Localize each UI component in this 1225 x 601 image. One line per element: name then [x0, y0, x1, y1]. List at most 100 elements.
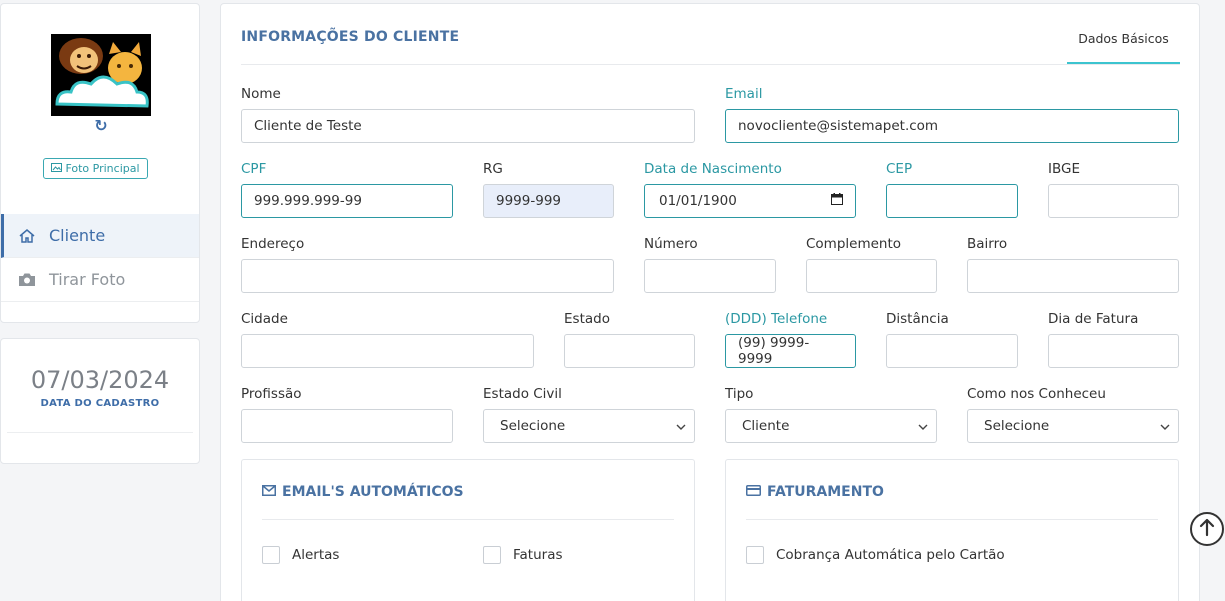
client-nav: Cliente Tirar Foto — [1, 214, 199, 302]
como-conheceu-select[interactable]: Selecione — [967, 409, 1179, 443]
nav-label-tirar-foto: Tirar Foto — [49, 270, 126, 289]
nav-item-tirar-foto[interactable]: Tirar Foto — [1, 258, 199, 302]
client-avatar[interactable] — [51, 34, 151, 116]
automatic-emails-title: EMAIL'S AUTOMÁTICOS — [262, 484, 464, 500]
profissao-label: Profissão — [241, 386, 302, 402]
divider — [262, 519, 674, 520]
alertas-label: Alertas — [292, 547, 340, 563]
cpf-label: CPF — [241, 161, 267, 177]
estado-civil-label: Estado Civil — [483, 386, 562, 402]
tab-dados-basicos[interactable]: Dados Básicos — [1067, 29, 1180, 65]
distancia-label: Distância — [886, 311, 949, 327]
estado-input[interactable] — [564, 334, 695, 368]
como-conheceu-value: Selecione — [984, 418, 1050, 434]
nascimento-label: Data de Nascimento — [644, 161, 782, 177]
nav-label-cliente: Cliente — [49, 226, 106, 245]
endereco-input[interactable] — [241, 259, 614, 293]
divider — [7, 432, 193, 433]
profile-card: ↻ Foto Principal Cliente Tirar Foto — [0, 3, 200, 323]
dia-fatura-input[interactable] — [1048, 334, 1179, 368]
field-cpf: CPF 999.999.999-99 — [241, 159, 453, 218]
field-cep: CEP — [886, 159, 1018, 218]
image-icon — [51, 162, 63, 175]
billing-title: FATURAMENTO — [746, 484, 884, 500]
field-nome: Nome Cliente de Teste — [241, 84, 695, 143]
home-icon — [18, 228, 38, 244]
estado-label: Estado — [564, 311, 610, 327]
billing-label: FATURAMENTO — [767, 484, 884, 500]
page-title: INFORMAÇÕES DO CLIENTE — [241, 29, 460, 45]
calendar-icon[interactable] — [831, 193, 843, 209]
faturas-label: Faturas — [513, 547, 563, 563]
field-tipo: Tipo Cliente — [725, 384, 937, 443]
field-endereco: Endereço — [241, 234, 614, 293]
cobranca-checkbox-box[interactable] — [746, 546, 764, 564]
app-root: ↻ Foto Principal Cliente Tirar Foto 07/0… — [0, 0, 1225, 601]
como-conheceu-label: Como nos Conheceu — [967, 386, 1106, 402]
ibge-input[interactable] — [1048, 184, 1179, 218]
email-input[interactable]: novocliente@sistemapet.com — [725, 109, 1179, 143]
main-photo-button[interactable]: Foto Principal — [43, 158, 148, 179]
checkbox-alertas[interactable]: Alertas — [262, 546, 339, 564]
email-label: Email — [725, 86, 763, 102]
nav-item-cliente[interactable]: Cliente — [1, 214, 199, 258]
field-distancia: Distância — [886, 309, 1018, 368]
cobranca-label: Cobrança Automática pelo Cartão — [776, 547, 1005, 563]
bairro-input[interactable] — [967, 259, 1179, 293]
cidade-input[interactable] — [241, 334, 534, 368]
tipo-label: Tipo — [725, 386, 754, 402]
scroll-to-top-button[interactable] — [1190, 512, 1224, 546]
field-rg: RG 9999-999 — [483, 159, 614, 218]
field-telefone: (DDD) Telefone (99) 9999-9999 — [725, 309, 856, 368]
field-profissao: Profissão — [241, 384, 453, 443]
bairro-label: Bairro — [967, 236, 1008, 252]
cpf-input[interactable]: 999.999.999-99 — [241, 184, 453, 218]
telefone-input[interactable]: (99) 9999-9999 — [725, 334, 856, 368]
field-como-conheceu: Como nos Conheceu Selecione — [967, 384, 1179, 443]
rg-input[interactable]: 9999-999 — [483, 184, 614, 218]
nascimento-input[interactable]: 01/01/1900 — [644, 184, 856, 218]
field-cidade: Cidade — [241, 309, 534, 368]
tipo-select[interactable]: Cliente — [725, 409, 937, 443]
main-photo-label: Foto Principal — [65, 162, 140, 175]
field-complemento: Complemento — [806, 234, 937, 293]
checkbox-cobranca-automatica[interactable]: Cobrança Automática pelo Cartão — [746, 546, 1005, 564]
field-ibge: IBGE — [1048, 159, 1179, 218]
estado-civil-select[interactable]: Selecione — [483, 409, 695, 443]
alertas-checkbox-box[interactable] — [262, 546, 280, 564]
rg-label: RG — [483, 161, 503, 177]
registration-date-label: DATA DO CADASTRO — [40, 398, 160, 409]
refresh-photo-icon[interactable]: ↻ — [1, 116, 201, 135]
field-dia-fatura: Dia de Fatura — [1048, 309, 1179, 368]
cep-label: CEP — [886, 161, 913, 177]
numero-input[interactable] — [644, 259, 776, 293]
registration-date: 07/03/2024 — [30, 366, 170, 394]
arrow-up-icon — [1198, 517, 1216, 541]
distancia-input[interactable] — [886, 334, 1018, 368]
field-bairro: Bairro — [967, 234, 1179, 293]
profissao-input[interactable] — [241, 409, 453, 443]
tipo-value: Cliente — [742, 418, 790, 434]
registration-date-card: 07/03/2024 DATA DO CADASTRO — [0, 338, 200, 464]
divider — [746, 519, 1158, 520]
chevron-down-icon — [1160, 418, 1170, 434]
ibge-label: IBGE — [1048, 161, 1080, 177]
cep-input[interactable] — [886, 184, 1018, 218]
chevron-down-icon — [918, 418, 928, 434]
nome-input[interactable]: Cliente de Teste — [241, 109, 695, 143]
field-email: Email novocliente@sistemapet.com — [725, 84, 1179, 143]
field-numero: Número — [644, 234, 776, 293]
estado-civil-value: Selecione — [500, 418, 566, 434]
camera-icon — [18, 272, 38, 287]
faturas-checkbox-box[interactable] — [483, 546, 501, 564]
field-estado: Estado — [564, 309, 695, 368]
telefone-label: (DDD) Telefone — [725, 311, 828, 327]
envelope-icon — [262, 484, 276, 500]
chevron-down-icon — [676, 418, 686, 434]
divider — [241, 64, 1180, 65]
field-nascimento: Data de Nascimento 01/01/1900 — [644, 159, 856, 218]
endereco-label: Endereço — [241, 236, 305, 252]
client-info-card: INFORMAÇÕES DO CLIENTE Dados Básicos Nom… — [220, 3, 1200, 601]
complemento-input[interactable] — [806, 259, 937, 293]
checkbox-faturas[interactable]: Faturas — [483, 546, 563, 564]
